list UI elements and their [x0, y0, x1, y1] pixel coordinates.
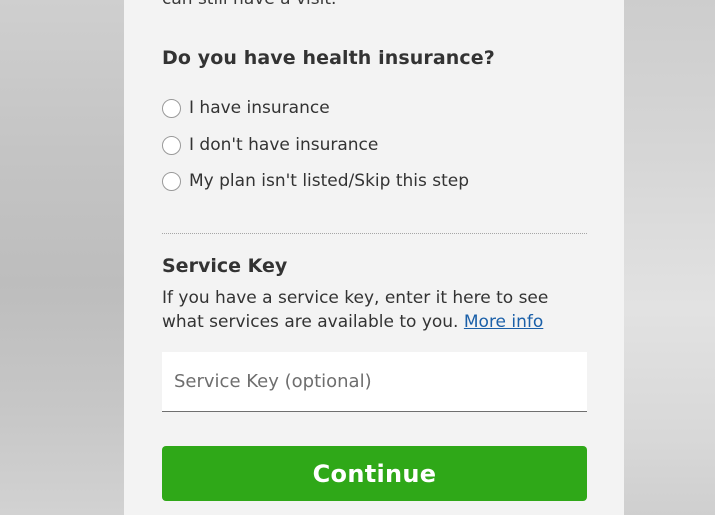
radio-button[interactable] [162, 98, 181, 118]
background-left [0, 0, 124, 515]
insurance-question-heading: Do you have health insurance? [162, 47, 495, 69]
radio-option-have-insurance[interactable]: I have insurance [162, 96, 330, 120]
radio-button[interactable] [162, 171, 181, 191]
section-divider [162, 233, 587, 234]
background-right [624, 0, 715, 515]
service-key-heading: Service Key [162, 255, 288, 277]
continue-button[interactable]: Continue [162, 446, 587, 501]
intro-text-clipped: can still have a visit. [162, 0, 336, 10]
more-info-link[interactable]: More info [464, 312, 543, 332]
service-key-input[interactable] [162, 352, 587, 412]
radio-label: I have insurance [189, 98, 330, 118]
radio-button[interactable] [162, 135, 181, 155]
radio-option-skip-step[interactable]: My plan isn't listed/Skip this step [162, 169, 469, 193]
service-key-description: If you have a service key, enter it here… [162, 286, 587, 334]
radio-label: My plan isn't listed/Skip this step [189, 171, 470, 191]
radio-label: I don't have insurance [189, 135, 379, 155]
radio-option-no-insurance[interactable]: I don't have insurance [162, 133, 378, 157]
